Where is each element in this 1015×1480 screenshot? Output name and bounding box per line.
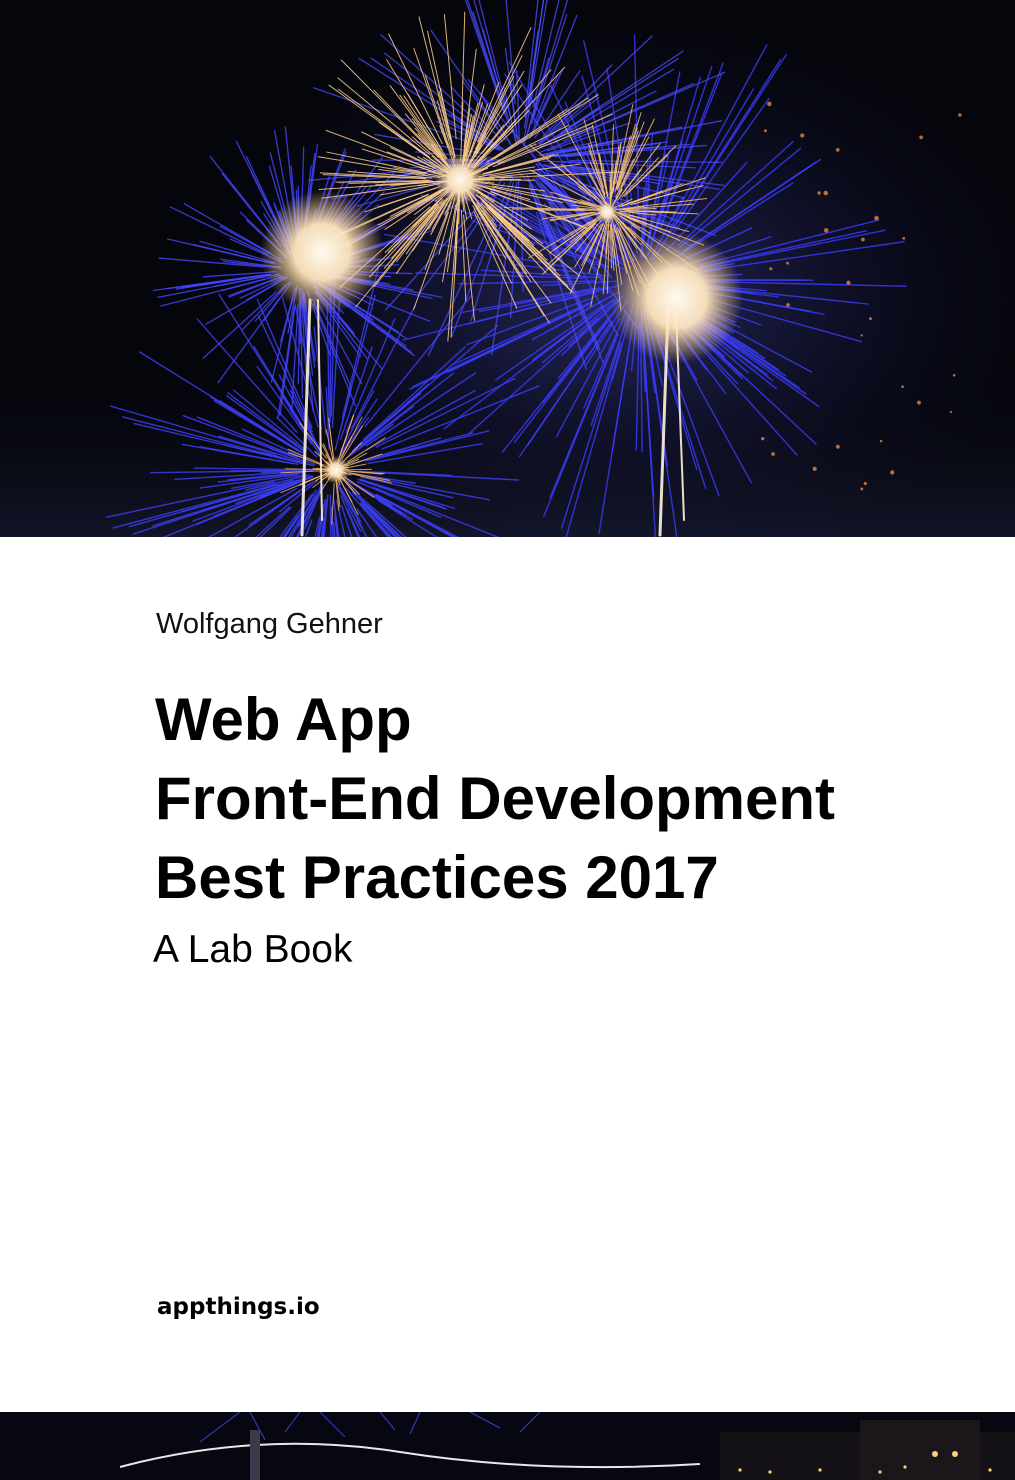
bridge-illustration (0, 1412, 1015, 1480)
author-name: Wolfgang Gehner (156, 608, 383, 640)
title-line-2: Front-End Development (155, 765, 836, 832)
fireworks-photo (0, 0, 1015, 537)
book-cover: Wolfgang Gehner Web App Front-End Develo… (0, 0, 1015, 1480)
title-line-1: Web App (155, 686, 412, 753)
fireworks-illustration (0, 0, 1015, 537)
bridge-fireworks-photo (0, 1412, 1015, 1480)
book-subtitle: A Lab Book (153, 928, 353, 971)
title-line-3: Best Practices 2017 (155, 844, 719, 911)
book-title: Web App Front-End Development Best Pract… (155, 680, 835, 917)
publisher-name: appthings.io (157, 1294, 320, 1320)
